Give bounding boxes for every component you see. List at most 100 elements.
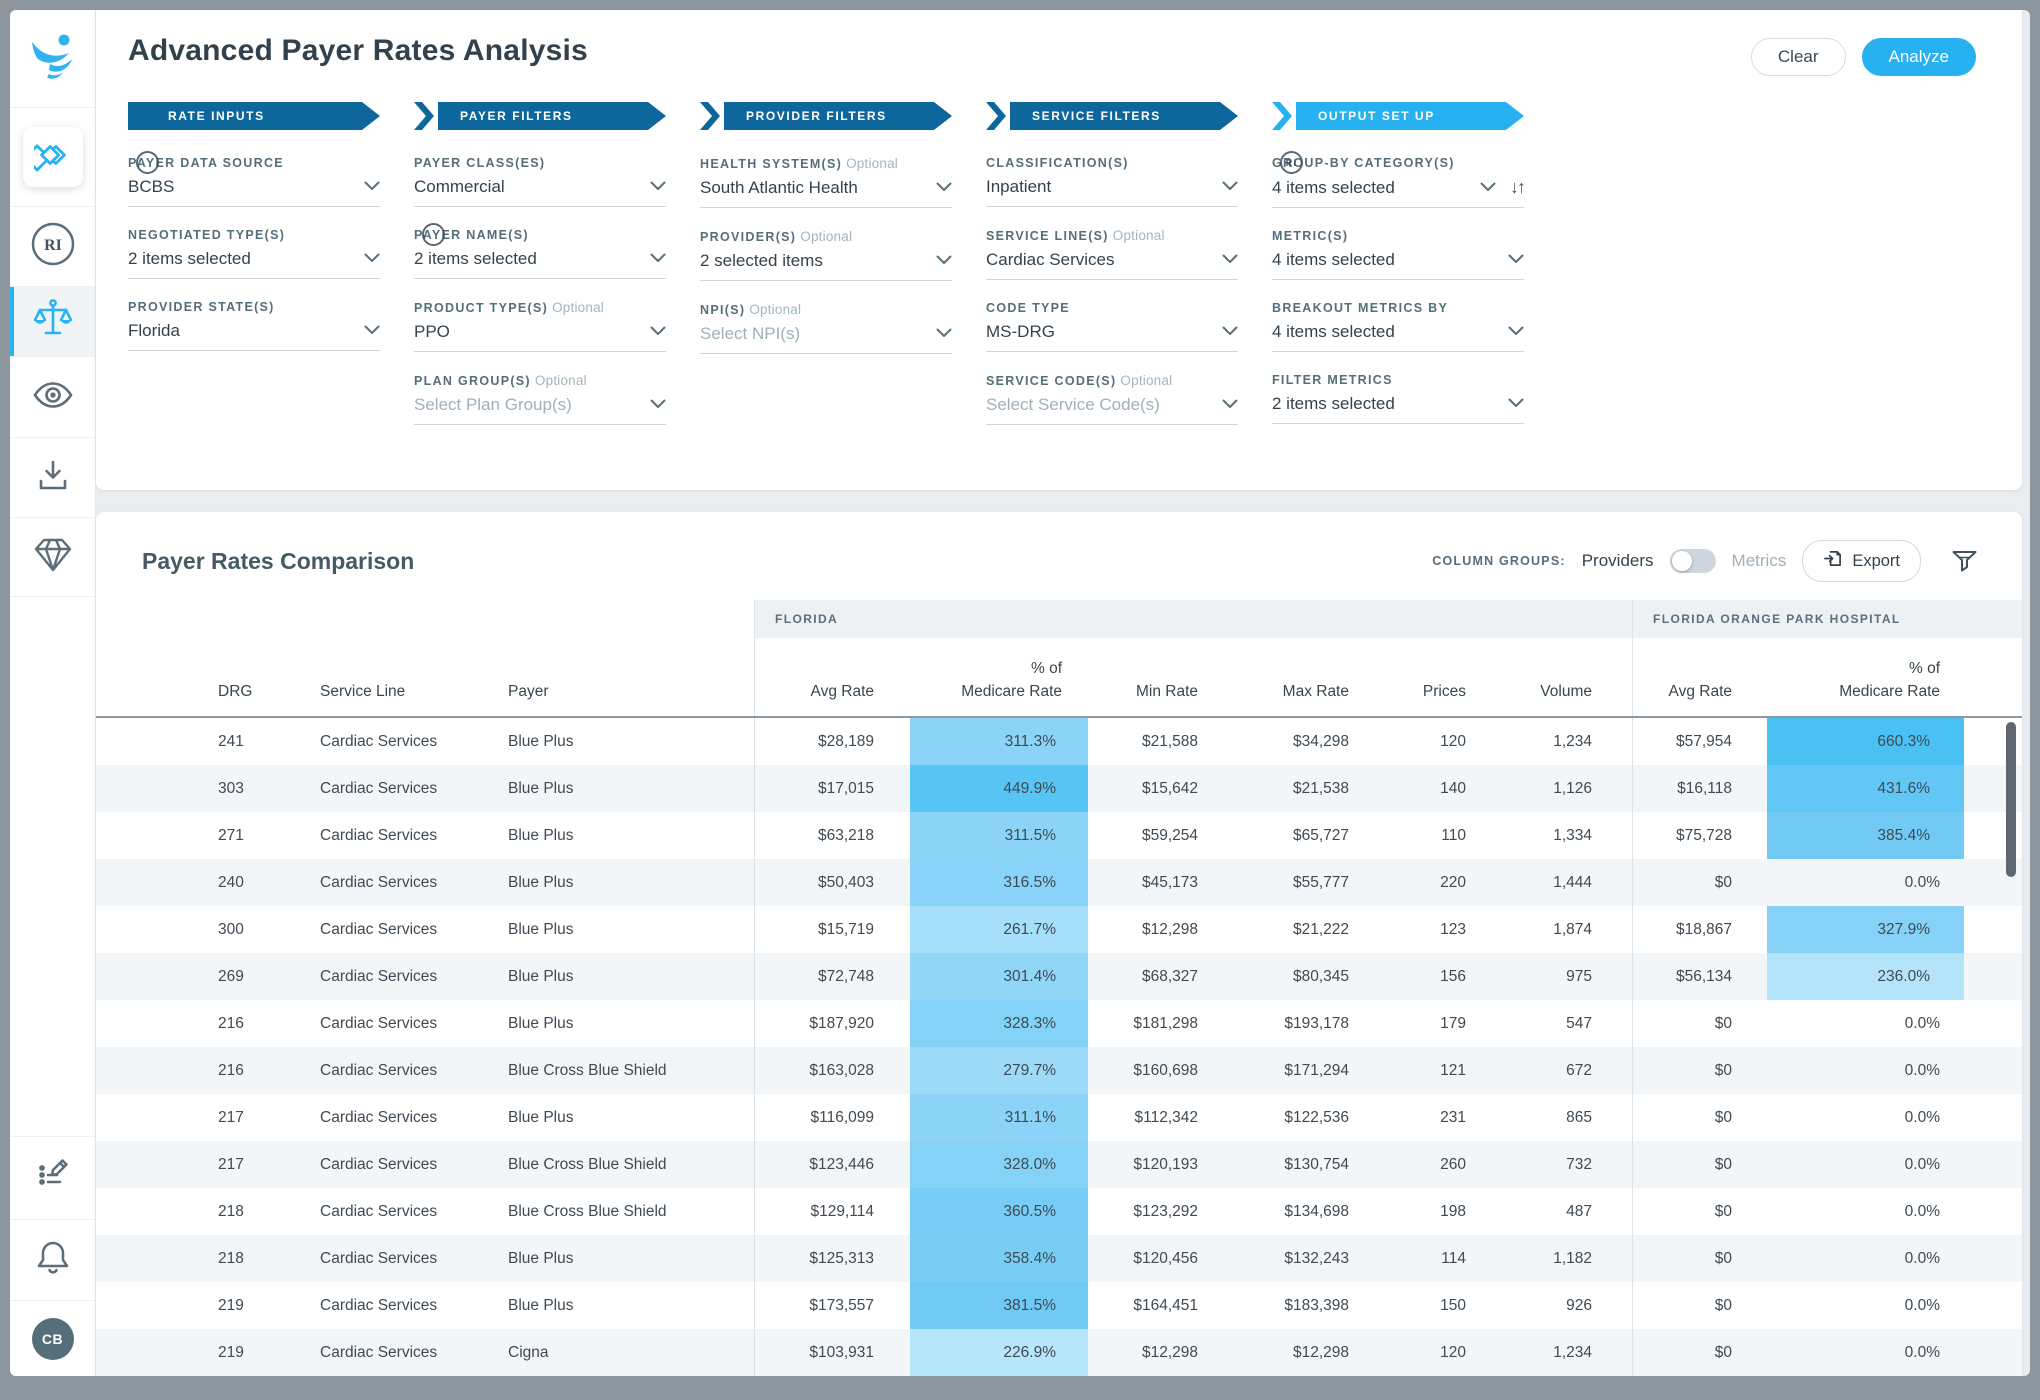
dropdown-select[interactable]: Select NPI(s)	[700, 324, 952, 354]
pct-highlight: 327.9%	[1767, 906, 1964, 953]
table-group-header-row: FLORIDA FLORIDA ORANGE PARK HOSPITAL	[96, 600, 2022, 638]
dropdown-select[interactable]: BCBS	[128, 177, 380, 207]
sidebar-item-edit-list[interactable]	[10, 1137, 95, 1220]
column-header-label[interactable]: DRG	[218, 681, 252, 703]
toggle-knob	[1672, 551, 1692, 571]
cell-prices: 114	[1359, 1235, 1476, 1282]
column-header-label[interactable]: Volume	[1540, 681, 1592, 703]
sort-order-icon[interactable]: ↓↑	[1510, 177, 1524, 198]
vertical-scrollbar[interactable]	[2006, 722, 2016, 877]
cell-volume: 1,444	[1476, 859, 1632, 906]
column-header-label[interactable]: % ofMedicare Rate	[961, 658, 1062, 703]
sidebar-item-view[interactable]	[10, 357, 95, 438]
column-header-label[interactable]: Avg Rate	[811, 681, 874, 703]
cell-prices: 150	[1359, 1282, 1476, 1329]
dropdown-select[interactable]: 4 items selected	[1272, 250, 1524, 280]
dropdown-select[interactable]: 4 items selected	[1272, 322, 1524, 352]
cell-hospital-pct-medicare: 0.0%	[1742, 1047, 1974, 1094]
wizard-column: RATE INPUTSPAYER DATA SOURCEBCBSNEGOTIAT…	[128, 102, 380, 446]
dropdown-value: 2 selected items	[700, 251, 928, 271]
cell-filler	[1974, 1188, 2022, 1235]
dropdown-select[interactable]: 2 items selected	[1272, 394, 1524, 424]
cell-service-line: Cardiac Services	[312, 765, 500, 812]
cell-drg: 271	[96, 812, 312, 859]
results-panel: Payer Rates Comparison COLUMN GROUPS: Pr…	[96, 512, 2022, 1376]
cell-avg-rate: $173,557	[754, 1282, 884, 1329]
cell-payer: Blue Plus	[500, 1235, 754, 1282]
column-header-label[interactable]: Max Rate	[1283, 681, 1349, 703]
page-title: Advanced Payer Rates Analysis	[128, 34, 588, 68]
dropdown-select[interactable]: 2 selected items	[700, 251, 952, 281]
group-header-florida: FLORIDA	[754, 600, 1632, 638]
advanced-filter-icon[interactable]	[1951, 549, 1978, 573]
dropdown-select[interactable]: Select Service Code(s)	[986, 395, 1238, 425]
sidebar-user[interactable]: CB	[10, 1301, 95, 1376]
sidebar-item-download[interactable]	[10, 438, 95, 518]
sidebar-item-premium[interactable]	[10, 518, 95, 597]
column-header-label[interactable]: Avg Rate	[1669, 681, 1732, 703]
field-label-text: PROVIDER STATE(S)	[128, 300, 275, 314]
field-label-text: SERVICE LINE(S)	[986, 229, 1109, 243]
dropdown-select[interactable]: Commercial	[414, 177, 666, 207]
column-header: Payer	[500, 638, 754, 716]
dropdown-select[interactable]: Cardiac Services	[986, 250, 1238, 280]
sidebar-item-rates-active[interactable]	[10, 287, 95, 357]
column-header-label[interactable]: % ofMedicare Rate	[1839, 658, 1940, 703]
bird-logo-icon	[28, 32, 78, 85]
cell-max-rate: $171,294	[1208, 1047, 1359, 1094]
clear-button[interactable]: Clear	[1751, 38, 1846, 76]
column-header-label[interactable]: Prices	[1423, 681, 1466, 703]
sidebar-item-notifications[interactable]	[10, 1220, 95, 1301]
sidebar-item-claims[interactable]	[10, 108, 95, 207]
cell-filler	[1974, 1282, 2022, 1329]
cell-prices: 220	[1359, 859, 1476, 906]
chevron-down-icon	[650, 178, 666, 196]
group-header-label: FLORIDA ORANGE PARK HOSPITAL	[1653, 612, 1901, 626]
filter-field: PROVIDER(S)Optional2 selected items	[700, 229, 952, 281]
pct-highlight: 226.9%	[910, 1329, 1088, 1376]
column-header-label[interactable]: Payer	[508, 681, 549, 703]
dropdown-select[interactable]: Inpatient	[986, 177, 1238, 207]
toggle-option-metrics[interactable]: Metrics	[1732, 551, 1787, 571]
column-header-label[interactable]: Service Line	[320, 681, 405, 703]
cell-prices: 123	[1359, 906, 1476, 953]
cell-hospital-pct-medicare: 0.0%	[1742, 1235, 1974, 1282]
dropdown-select[interactable]: PPO	[414, 322, 666, 352]
cell-service-line: Cardiac Services	[312, 1141, 500, 1188]
toggle-option-providers[interactable]: Providers	[1582, 551, 1654, 571]
dropdown-select[interactable]: Select Plan Group(s)	[414, 395, 666, 425]
column-groups-toggle[interactable]	[1670, 549, 1716, 573]
cell-pct-medicare: 311.3%	[884, 718, 1094, 765]
cell-drg: 300	[96, 906, 312, 953]
user-avatar[interactable]: CB	[32, 1318, 74, 1360]
cell-volume: 487	[1476, 1188, 1632, 1235]
cell-hospital-avg-rate: $0	[1632, 859, 1742, 906]
column-header: Avg Rate	[1632, 638, 1742, 716]
export-button[interactable]: Export	[1802, 540, 1921, 582]
filter-field: FILTER METRICS 2 items selected	[1272, 373, 1524, 424]
cell-drg: 218	[96, 1235, 312, 1282]
cell-drg: 219	[96, 1329, 312, 1376]
field-label: FILTER METRICS	[1272, 373, 1524, 387]
column-header: Service Line	[312, 638, 500, 716]
dropdown-select[interactable]: South Atlantic Health	[700, 178, 952, 208]
analyze-button[interactable]: Analyze	[1862, 38, 1976, 76]
dropdown-select[interactable]: Florida	[128, 321, 380, 351]
cell-drg: 303	[96, 765, 312, 812]
filter-field: GROUP-BY CATEGORY(S)Ri4 items selected↓↑	[1272, 156, 1524, 208]
dropdown-select[interactable]: MS-DRG	[986, 322, 1238, 352]
cell-volume: 1,874	[1476, 906, 1632, 953]
dropdown-select[interactable]: 2 items selected	[128, 249, 380, 279]
dropdown-select[interactable]: 4 items selected↓↑	[1272, 177, 1524, 208]
cell-pct-medicare: 449.9%	[884, 765, 1094, 812]
table-row: 218Cardiac ServicesBlue Cross Blue Shiel…	[96, 1188, 2022, 1235]
dropdown-select[interactable]: 2 items selected	[414, 249, 666, 279]
pct-highlight: 381.5%	[910, 1282, 1088, 1329]
cell-max-rate: $34,298	[1208, 718, 1359, 765]
cell-min-rate: $112,342	[1094, 1094, 1208, 1141]
list-edit-icon	[33, 1156, 73, 1201]
banner-title: OUTPUT SET UP	[1296, 102, 1524, 130]
sidebar-item-ri[interactable]: RI	[10, 207, 95, 287]
column-header-label[interactable]: Min Rate	[1136, 681, 1198, 703]
cell-hospital-pct-medicare: 327.9%	[1742, 906, 1974, 953]
